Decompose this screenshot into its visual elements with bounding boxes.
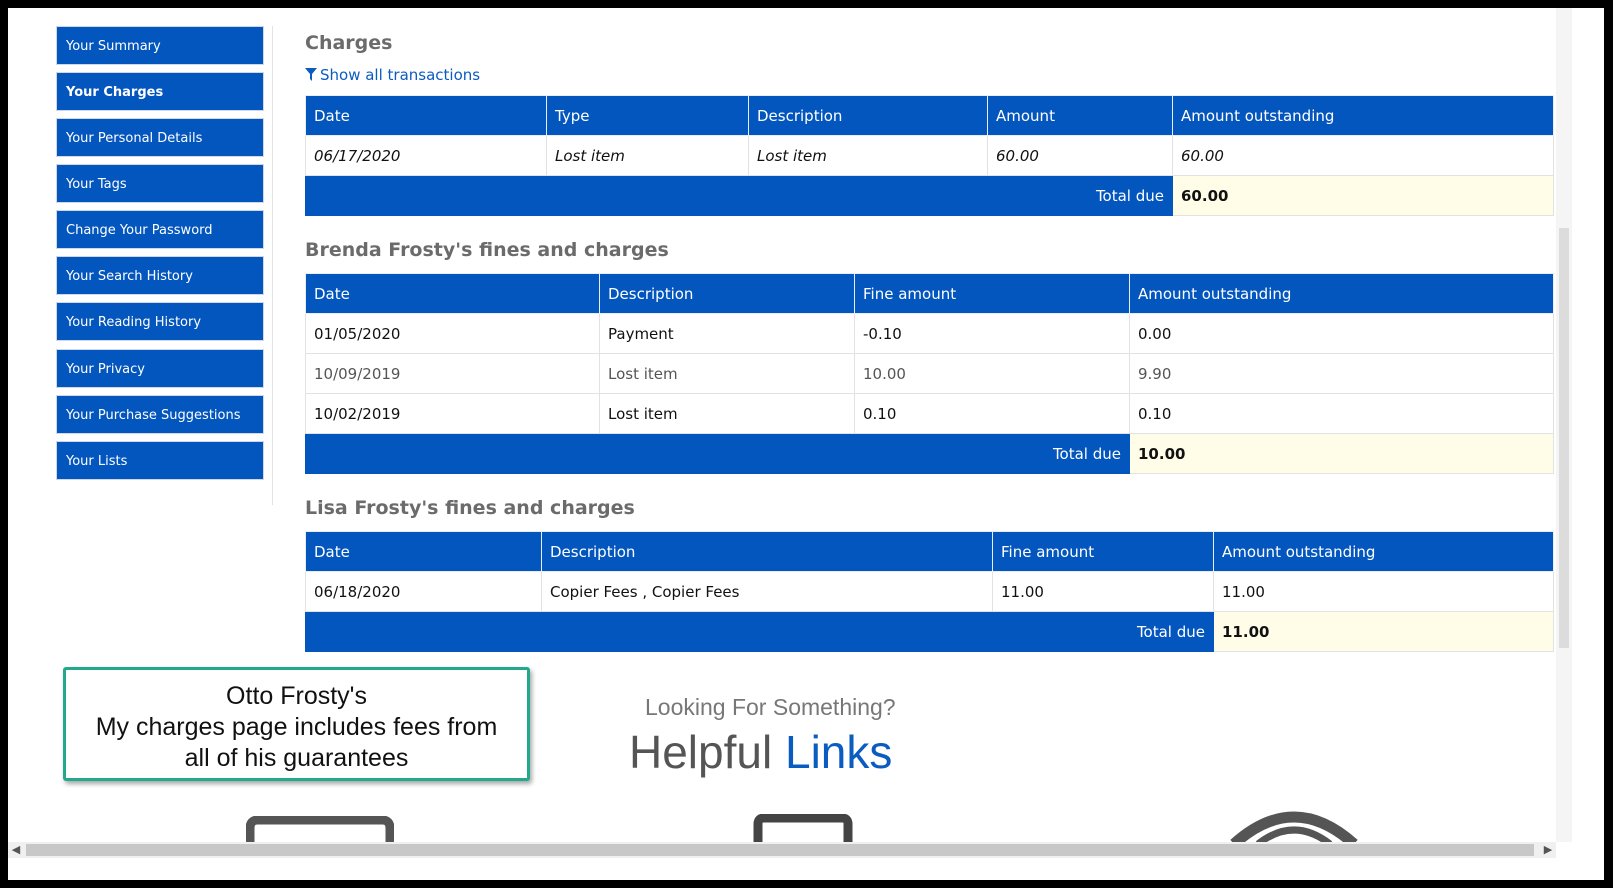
- brenda-fines-table: Date Description Fine amount Amount outs…: [305, 273, 1554, 474]
- total-row: Total due 10.00: [305, 433, 1554, 474]
- horizontal-scroll-thumb[interactable]: [26, 844, 1534, 856]
- cell-amount: -0.10: [854, 313, 1130, 354]
- vertical-scroll-thumb[interactable]: [1559, 228, 1569, 648]
- column-header[interactable]: Amount outstanding: [1172, 95, 1554, 136]
- cell-type: Lost item: [546, 135, 749, 176]
- cell-amount: 0.10: [854, 393, 1130, 434]
- helpful-links-title-part: Helpful: [629, 726, 773, 778]
- table-row: 06/17/2020 Lost item Lost item 60.00 60.…: [305, 135, 1554, 176]
- cell-date: 10/02/2019: [305, 393, 600, 434]
- vertical-scrollbar[interactable]: [1556, 8, 1572, 842]
- callout-line: Otto Frosty's: [226, 682, 367, 710]
- globe-icon[interactable]: [1224, 806, 1364, 844]
- total-due-value: 10.00: [1129, 433, 1554, 474]
- cell-date: 06/17/2020: [305, 135, 547, 176]
- sidebar-item-search-history[interactable]: Your Search History: [56, 256, 264, 295]
- total-row: Total due 11.00: [305, 611, 1554, 652]
- column-header[interactable]: Type: [546, 95, 749, 136]
- total-due-label: Total due: [305, 175, 1173, 216]
- column-header[interactable]: Date: [305, 273, 600, 314]
- sidebar-item-charges[interactable]: Your Charges: [56, 72, 264, 111]
- monitor-icon[interactable]: [246, 816, 394, 844]
- column-header[interactable]: Description: [599, 273, 855, 314]
- cell-date: 01/05/2020: [305, 313, 600, 354]
- annotation-callout: Otto Frosty's My charges page includes f…: [63, 667, 530, 781]
- column-header[interactable]: Amount: [987, 95, 1173, 136]
- cell-description: Lost item: [599, 393, 855, 434]
- brenda-fines-heading: Brenda Frosty's fines and charges: [305, 239, 669, 261]
- cell-date: 10/09/2019: [305, 353, 600, 394]
- column-header[interactable]: Amount outstanding: [1213, 531, 1554, 572]
- sidebar-item-purchase-suggestions[interactable]: Your Purchase Suggestions: [56, 395, 264, 434]
- sidebar-item-tags[interactable]: Your Tags: [56, 164, 264, 203]
- account-sidebar: Your Summary Your Charges Your Personal …: [56, 26, 273, 505]
- helpful-links-title: Helpful Links: [629, 725, 892, 779]
- cell-date: 06/18/2020: [305, 571, 542, 612]
- cell-outstanding: 11.00: [1213, 571, 1554, 612]
- cell-description: Lost item: [599, 353, 855, 394]
- helpful-links-title-accent: Links: [784, 726, 893, 778]
- cell-description: Lost item: [748, 135, 988, 176]
- sidebar-item-change-password[interactable]: Change Your Password: [56, 210, 264, 249]
- charges-heading: Charges: [305, 32, 393, 54]
- column-header[interactable]: Amount outstanding: [1129, 273, 1554, 314]
- column-header[interactable]: Date: [305, 95, 547, 136]
- cell-description: Payment: [599, 313, 855, 354]
- table-header-row: Date Description Fine amount Amount outs…: [305, 273, 1554, 314]
- lisa-fines-heading: Lisa Frosty's fines and charges: [305, 497, 635, 519]
- total-row: Total due 60.00: [305, 175, 1554, 216]
- cell-amount: 60.00: [987, 135, 1173, 176]
- cell-outstanding: 0.10: [1129, 393, 1554, 434]
- scroll-right-arrow-icon[interactable]: ▶: [1540, 842, 1556, 858]
- cell-outstanding: 60.00: [1172, 135, 1554, 176]
- filter-icon: [305, 68, 317, 81]
- show-all-transactions-link[interactable]: Show all transactions: [305, 66, 480, 84]
- cell-amount: 10.00: [854, 353, 1130, 394]
- table-row: 01/05/2020 Payment -0.10 0.00: [305, 313, 1554, 354]
- sidebar-item-personal-details[interactable]: Your Personal Details: [56, 118, 264, 157]
- sidebar-item-reading-history[interactable]: Your Reading History: [56, 302, 264, 341]
- table-header-row: Date Type Description Amount Amount outs…: [305, 95, 1554, 136]
- cell-description: Copier Fees , Copier Fees: [541, 571, 993, 612]
- cell-outstanding: 9.90: [1129, 353, 1554, 394]
- sidebar-item-summary[interactable]: Your Summary: [56, 26, 264, 65]
- table-row: 10/09/2019 Lost item 10.00 9.90: [305, 353, 1554, 394]
- sidebar-item-privacy[interactable]: Your Privacy: [56, 349, 264, 388]
- cell-outstanding: 0.00: [1129, 313, 1554, 354]
- total-due-value: 60.00: [1172, 175, 1554, 216]
- column-header[interactable]: Fine amount: [854, 273, 1130, 314]
- tablet-icon[interactable]: [753, 814, 853, 844]
- callout-line: all of his guarantees: [184, 744, 409, 772]
- callout-line: My charges page includes fees from: [95, 713, 498, 741]
- column-header[interactable]: Description: [748, 95, 988, 136]
- scroll-left-arrow-icon[interactable]: ◀: [8, 842, 24, 858]
- sidebar-item-lists[interactable]: Your Lists: [56, 441, 264, 480]
- total-due-label: Total due: [305, 433, 1130, 474]
- helpful-links-subtitle: Looking For Something?: [645, 694, 896, 720]
- total-due-label: Total due: [305, 611, 1214, 652]
- table-row: 10/02/2019 Lost item 0.10 0.10: [305, 393, 1554, 434]
- table-row: 06/18/2020 Copier Fees , Copier Fees 11.…: [305, 571, 1554, 612]
- column-header[interactable]: Fine amount: [992, 531, 1214, 572]
- cell-amount: 11.00: [992, 571, 1214, 612]
- browser-viewport: Your Summary Your Charges Your Personal …: [8, 8, 1604, 880]
- column-header[interactable]: Description: [541, 531, 993, 572]
- charges-table: Date Type Description Amount Amount outs…: [305, 95, 1554, 216]
- column-header[interactable]: Date: [305, 531, 542, 572]
- show-all-transactions-label: Show all transactions: [320, 66, 481, 84]
- lisa-fines-table: Date Description Fine amount Amount outs…: [305, 531, 1554, 652]
- horizontal-scrollbar[interactable]: ◀ ▶: [8, 842, 1556, 858]
- total-due-value: 11.00: [1213, 611, 1554, 652]
- table-header-row: Date Description Fine amount Amount outs…: [305, 531, 1554, 572]
